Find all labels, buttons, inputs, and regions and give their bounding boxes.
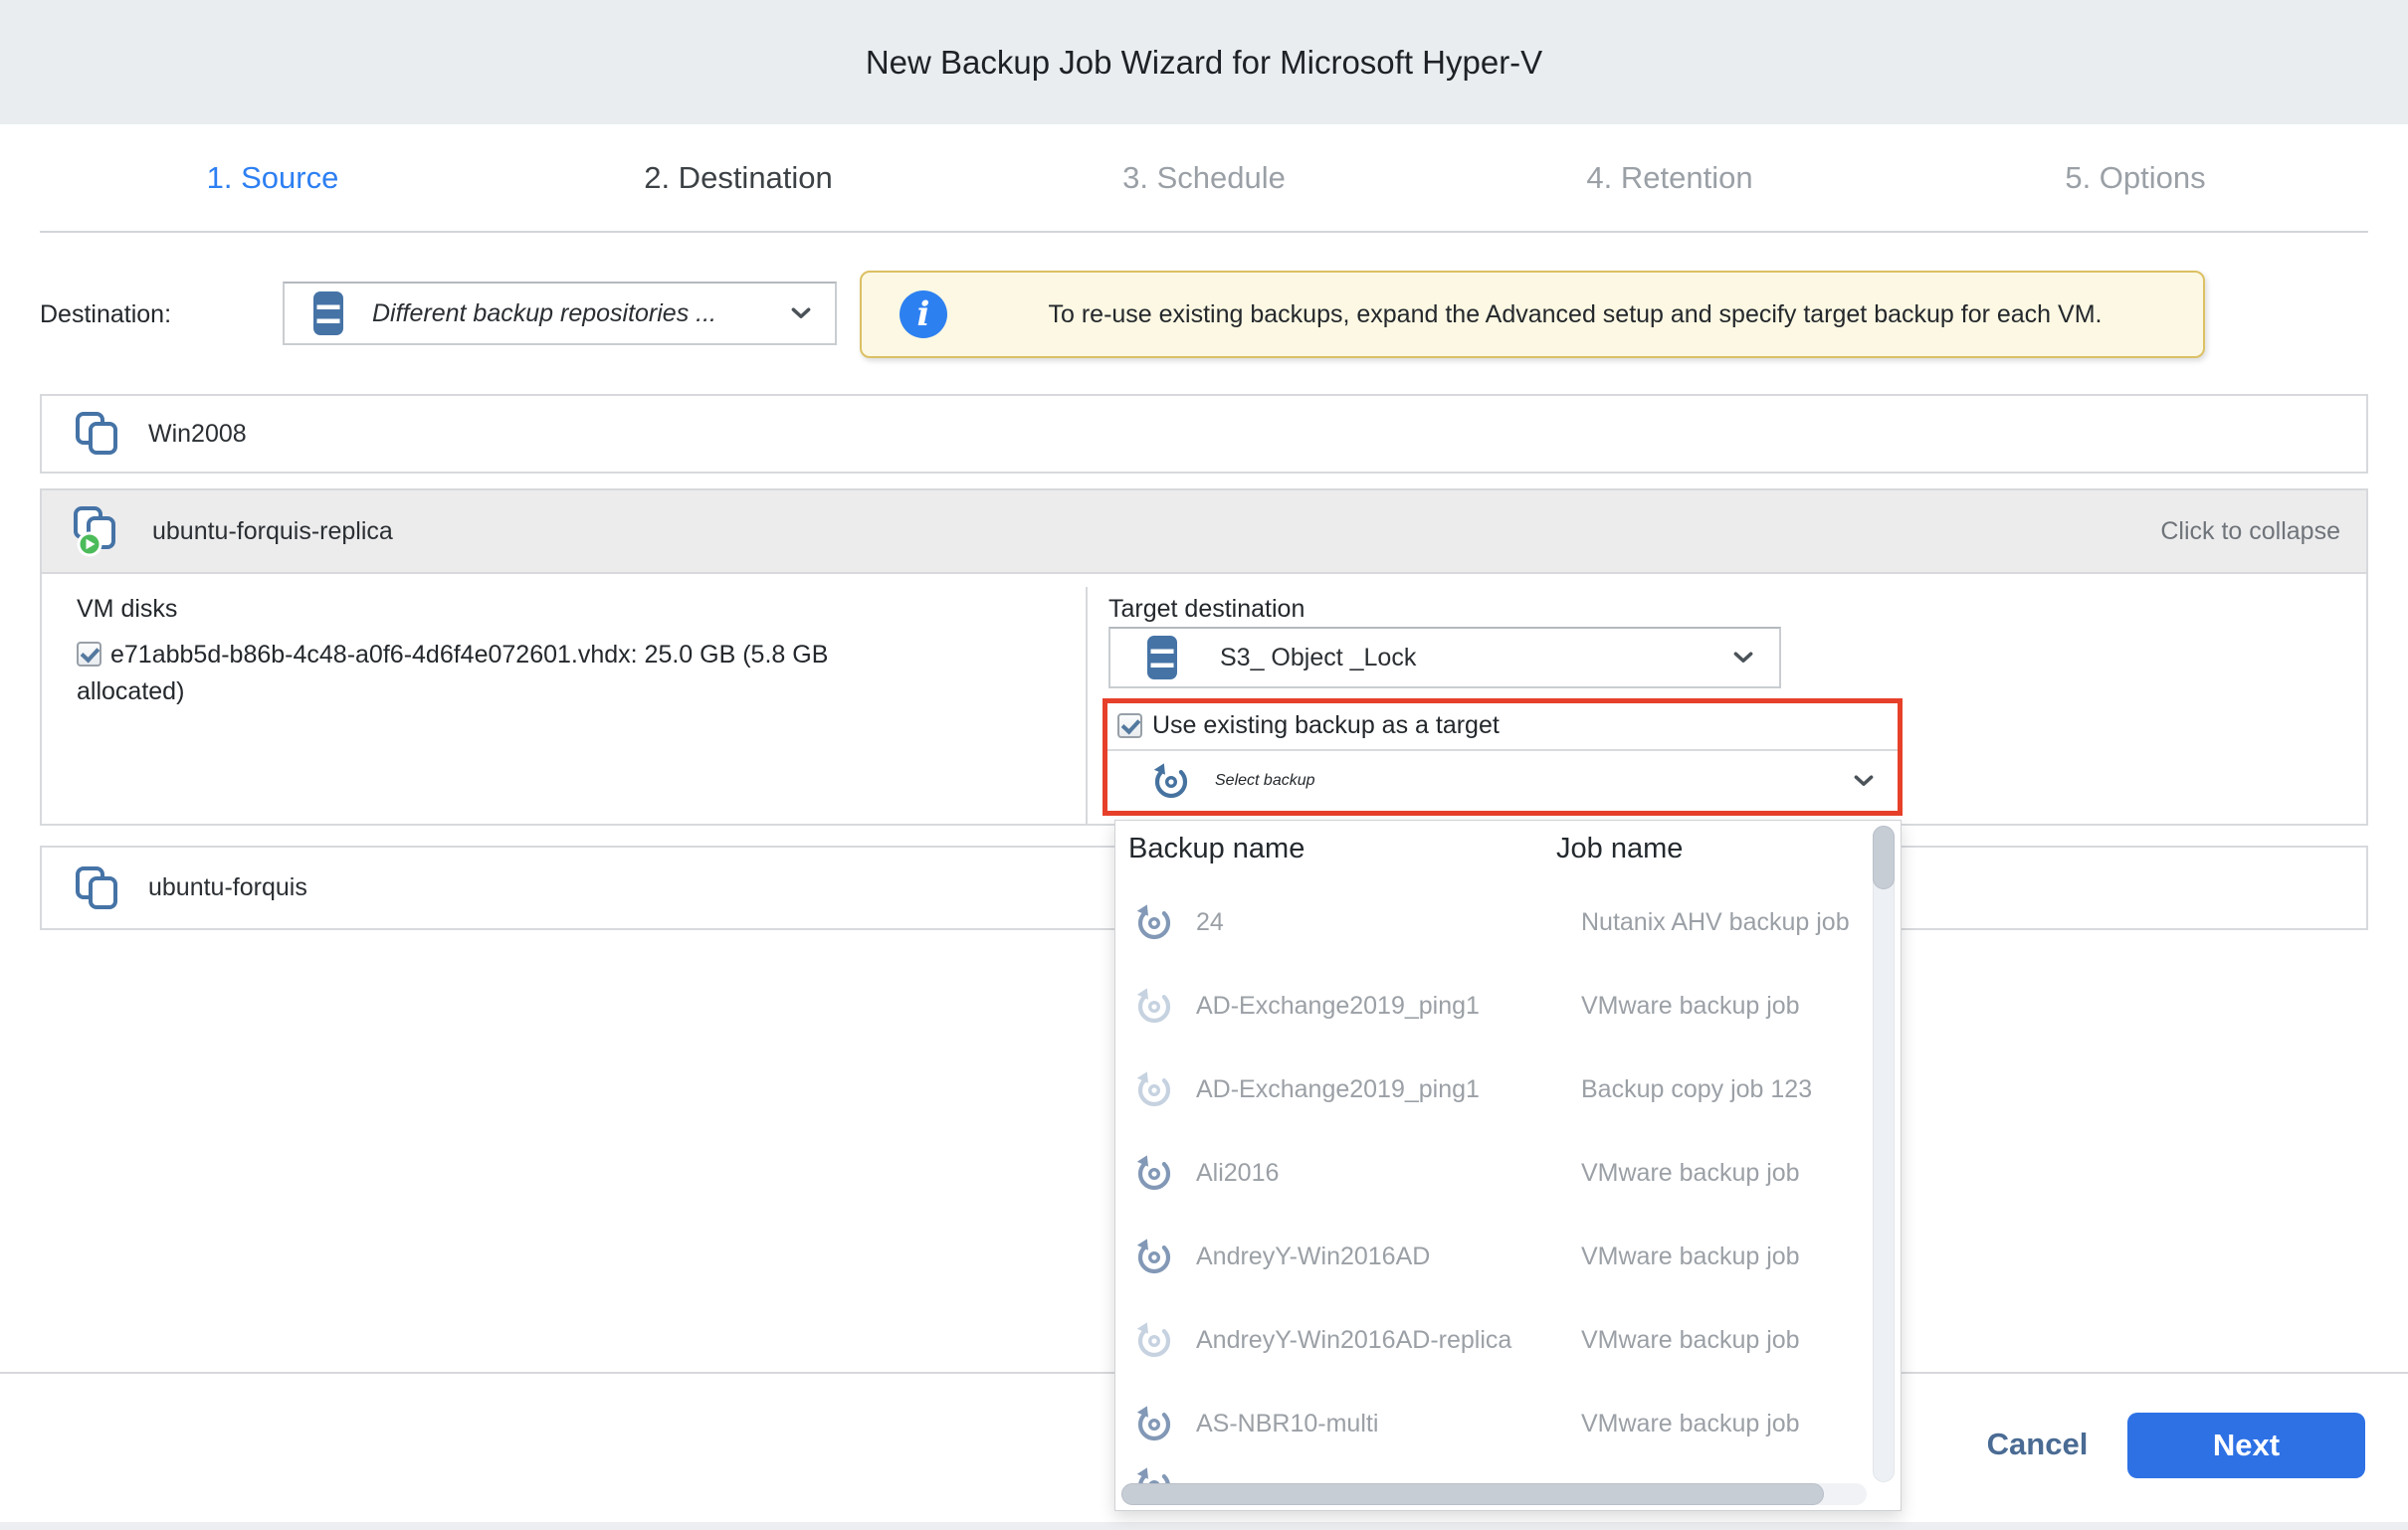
backup-option-job: VMware backup job bbox=[1581, 1131, 1800, 1215]
tab-destination[interactable]: 2. Destination bbox=[505, 124, 971, 231]
chevron-down-icon bbox=[1733, 652, 1753, 664]
backup-option-name: 24 bbox=[1196, 880, 1224, 964]
vm-replica-icon bbox=[73, 505, 124, 557]
use-existing-backup-row: Use existing backup as a target bbox=[1117, 711, 1500, 740]
repository-icon bbox=[1144, 633, 1180, 682]
use-existing-backup-checkbox[interactable] bbox=[1117, 713, 1142, 738]
wizard-window: New Backup Job Wizard for Microsoft Hype… bbox=[0, 0, 2408, 1530]
column-header-job-name: Job name bbox=[1556, 833, 1683, 865]
backup-dropdown-list: Backup name Job name 24 Nutanix AHV back… bbox=[1114, 820, 1902, 1511]
backup-option-job: Nutanix AHV backup job bbox=[1581, 880, 1850, 964]
backup-icon bbox=[1134, 1404, 1174, 1443]
backup-option[interactable]: 24 Nutanix AHV backup job bbox=[1115, 880, 1901, 964]
window-bottom-edge bbox=[0, 1522, 2408, 1530]
info-banner-text: To re-use existing backups, expand the A… bbox=[947, 300, 2203, 329]
destination-repositories-select[interactable]: Different backup repositories ... bbox=[283, 282, 837, 345]
horizontal-scrollbar-thumb[interactable] bbox=[1121, 1483, 1824, 1505]
backup-icon bbox=[1134, 1069, 1174, 1109]
backup-option-name: AndreyY-Win2016AD-replica bbox=[1196, 1298, 1511, 1382]
backup-option-name: AD-Exchange2019_ping1 bbox=[1196, 1048, 1480, 1131]
backup-option[interactable]: AS-NBR10-multi VMware backup job bbox=[1115, 1382, 1901, 1465]
backup-option-job: Backup copy job 123 bbox=[1581, 1048, 1812, 1131]
wizard-steps: 1. Source 2. Destination 3. Schedule 4. … bbox=[40, 124, 2368, 231]
tab-retention: 4. Retention bbox=[1437, 124, 1903, 231]
panel-column-divider bbox=[1086, 587, 1088, 826]
info-banner: To re-use existing backups, expand the A… bbox=[860, 271, 2205, 358]
chevron-down-icon bbox=[1854, 775, 1874, 787]
backup-option[interactable]: AD-Exchange2019_ping1 Backup copy job 12… bbox=[1115, 1048, 1901, 1131]
select-backup-placeholder: Select backup bbox=[1215, 772, 1315, 790]
vm-disks-label: VM disks bbox=[77, 595, 177, 624]
column-header-backup-name: Backup name bbox=[1128, 833, 1304, 865]
next-button[interactable]: Next bbox=[2127, 1413, 2365, 1478]
backup-option-name: Ali2016 bbox=[1196, 1131, 1279, 1215]
vm-name: ubuntu-forquis-replica bbox=[152, 517, 393, 546]
backup-option-name: AD-Exchange2019_ping1 bbox=[1196, 964, 1480, 1048]
vm-disk-item: e71abb5d-b86b-4c48-a0f6-4d6f4e072601.vhd… bbox=[77, 637, 932, 710]
vm-disk-label: e71abb5d-b86b-4c48-a0f6-4d6f4e072601.vhd… bbox=[77, 641, 828, 705]
vm-icon bbox=[75, 865, 120, 911]
backup-option-name: AndreyY-Win2016AD bbox=[1196, 1215, 1430, 1298]
backup-icon bbox=[1134, 1153, 1174, 1193]
vm-name: ubuntu-forquis bbox=[148, 873, 307, 902]
backup-icon bbox=[1134, 902, 1174, 942]
backup-option[interactable]: AD-Exchange2019_ping1 VMware backup job bbox=[1115, 964, 1901, 1048]
chevron-down-icon bbox=[791, 307, 811, 319]
tab-options: 5. Options bbox=[1903, 124, 2368, 231]
use-existing-backup-highlight: Use existing backup as a target Select b… bbox=[1103, 698, 1903, 816]
target-destination-select[interactable]: S3_ Object _Lock bbox=[1108, 627, 1781, 688]
steps-divider bbox=[40, 231, 2368, 233]
backup-icon bbox=[1134, 1237, 1174, 1276]
vm-name: Win2008 bbox=[148, 420, 247, 449]
repository-icon bbox=[310, 288, 346, 338]
page-title: New Backup Job Wizard for Microsoft Hype… bbox=[0, 0, 2408, 124]
destination-selected-value: Different backup repositories ... bbox=[372, 299, 716, 328]
backup-option-job: VMware backup job bbox=[1581, 1215, 1800, 1298]
backup-option-job: VMware backup job bbox=[1581, 1382, 1800, 1465]
vertical-scrollbar-thumb[interactable] bbox=[1873, 826, 1895, 889]
backup-option[interactable]: AndreyY-Win2016AD-replica VMware backup … bbox=[1115, 1298, 1901, 1382]
backup-option[interactable]: Ali2016 VMware backup job bbox=[1115, 1131, 1901, 1215]
target-destination-label: Target destination bbox=[1108, 595, 1304, 624]
backup-option-job: VMware backup job bbox=[1581, 1298, 1800, 1382]
target-selected-value: S3_ Object _Lock bbox=[1220, 644, 1416, 672]
backup-icon bbox=[1134, 1320, 1174, 1360]
cancel-button[interactable]: Cancel bbox=[1945, 1412, 2129, 1477]
select-backup-dropdown[interactable]: Select backup bbox=[1107, 749, 1898, 811]
backup-icon bbox=[1134, 986, 1174, 1026]
vm-disk-checkbox[interactable] bbox=[77, 642, 101, 667]
use-existing-backup-label: Use existing backup as a target bbox=[1152, 711, 1500, 740]
tab-schedule: 3. Schedule bbox=[971, 124, 1437, 231]
backup-option[interactable]: AndreyY-Win2016AD VMware backup job bbox=[1115, 1215, 1901, 1298]
vertical-scrollbar-track[interactable] bbox=[1873, 826, 1895, 1482]
vm-row-replica-header[interactable]: ubuntu-forquis-replica Click to collapse bbox=[40, 488, 2368, 574]
wizard-titlebar: New Backup Job Wizard for Microsoft Hype… bbox=[0, 0, 2408, 124]
tab-source[interactable]: 1. Source bbox=[40, 124, 505, 231]
vm-icon bbox=[75, 411, 120, 457]
collapse-hint[interactable]: Click to collapse bbox=[2160, 517, 2340, 546]
vm-row-win2008[interactable]: Win2008 bbox=[40, 394, 2368, 474]
backup-option-name: AS-NBR10-multi bbox=[1196, 1382, 1378, 1465]
backup-icon bbox=[1151, 761, 1191, 801]
destination-label: Destination: bbox=[40, 285, 171, 345]
backup-option-job: VMware backup job bbox=[1581, 964, 1800, 1048]
info-icon bbox=[900, 290, 947, 338]
